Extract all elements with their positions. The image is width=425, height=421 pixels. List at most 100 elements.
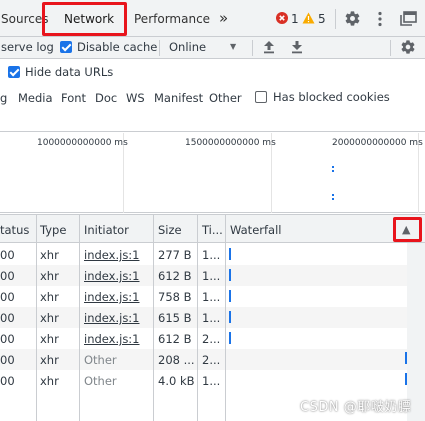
- request-initiator-cell: Other: [84, 374, 117, 388]
- download-icon[interactable]: [291, 40, 303, 54]
- error-icon[interactable]: [276, 12, 288, 24]
- filter-type-doc[interactable]: Doc: [95, 91, 117, 105]
- filter-type-manifest[interactable]: Manifest: [154, 91, 203, 105]
- column-header-status[interactable]: tatus: [0, 223, 29, 237]
- waterfall-scrollbar[interactable]: [407, 243, 425, 421]
- network-settings-gear-icon[interactable]: [400, 39, 416, 55]
- request-time-cell: 1...: [202, 248, 221, 262]
- column-header-initiator[interactable]: Initiator: [84, 223, 129, 237]
- table-row[interactable]: 00 xhr Other 4.0 kB 1...: [0, 370, 425, 391]
- filter-bar: Hide data URLs g Media Font Doc WS Manif…: [0, 60, 425, 132]
- divider: [335, 9, 336, 29]
- network-toolbar: serve log Disable cache Online ▼: [0, 37, 425, 59]
- watermark: CSDN @耶啵奶膘: [300, 400, 412, 415]
- request-status-cell: 00: [0, 269, 15, 283]
- column-divider[interactable]: [36, 214, 37, 421]
- network-tab-highlight: [42, 2, 127, 36]
- request-type-cell: xhr: [40, 353, 59, 367]
- filter-type-media[interactable]: Media: [18, 91, 53, 105]
- request-initiator-cell[interactable]: index.js:1: [84, 269, 140, 283]
- request-time-cell: 1...: [202, 374, 221, 388]
- warning-icon[interactable]: [302, 12, 315, 24]
- more-tabs-button[interactable]: »: [219, 9, 228, 27]
- column-divider[interactable]: [197, 214, 198, 421]
- has-blocked-cookies-checkbox[interactable]: [255, 91, 267, 103]
- request-type-cell: xhr: [40, 332, 59, 346]
- filter-type-ws[interactable]: WS: [126, 91, 145, 105]
- table-row[interactable]: 00 xhr index.js:1 612 B 1...: [0, 265, 425, 286]
- waterfall-bar: [229, 332, 231, 344]
- table-row[interactable]: 00 xhr index.js:1 612 B 2...: [0, 328, 425, 349]
- request-type-cell: xhr: [40, 248, 59, 262]
- has-blocked-cookies-label[interactable]: Has blocked cookies: [273, 90, 390, 104]
- request-status-cell: 00: [0, 353, 15, 367]
- column-divider[interactable]: [153, 214, 154, 421]
- disable-cache-checkbox[interactable]: [60, 41, 72, 53]
- requests-table: tatus Type Initiator Size Ti... Waterfal…: [0, 214, 425, 421]
- divider: [390, 40, 391, 56]
- hide-data-urls-checkbox[interactable]: [8, 66, 20, 78]
- throttling-select[interactable]: Online: [169, 40, 206, 54]
- waterfall-bar: [229, 290, 231, 302]
- divider: [252, 40, 253, 56]
- request-initiator-cell[interactable]: index.js:1: [84, 248, 140, 262]
- upload-icon[interactable]: [263, 40, 275, 54]
- request-size-cell: 612 B: [158, 332, 192, 346]
- filter-type-other[interactable]: Other: [209, 91, 242, 105]
- table-header: tatus Type Initiator Size Ti... Waterfal…: [0, 214, 425, 243]
- waterfall-bar: [229, 269, 231, 281]
- table-row[interactable]: 00 xhr Other 208 ... 2...: [0, 349, 425, 370]
- request-status-cell: 00: [0, 332, 15, 346]
- warning-count[interactable]: 5: [318, 12, 326, 26]
- request-time-cell: 2...: [202, 353, 221, 367]
- table-row[interactable]: 00 xhr index.js:1 758 B 1...: [0, 286, 425, 307]
- request-status-cell: 00: [0, 290, 15, 304]
- request-initiator-cell[interactable]: index.js:1: [84, 311, 140, 325]
- filter-type-font[interactable]: Font: [61, 91, 86, 105]
- column-divider[interactable]: [225, 214, 226, 421]
- request-type-cell: xhr: [40, 311, 59, 325]
- request-size-cell: 758 B: [158, 290, 192, 304]
- column-header-waterfall[interactable]: Waterfall: [230, 223, 281, 237]
- overview-tick-label: 1500000000000 ms: [185, 138, 276, 148]
- request-time-cell: 1...: [202, 311, 221, 325]
- column-divider[interactable]: [79, 214, 80, 421]
- request-initiator-cell: Other: [84, 353, 117, 367]
- hide-data-urls-label[interactable]: Hide data URLs: [25, 65, 113, 79]
- divider: [159, 40, 160, 56]
- table-row[interactable]: 00 xhr index.js:1 615 B 1...: [0, 307, 425, 328]
- overview-request-mark: [332, 166, 334, 168]
- tab-performance[interactable]: Performance: [134, 12, 210, 26]
- overview-tick-label: 1000000000000 ms: [37, 138, 128, 148]
- overview-request-mark: [332, 170, 334, 172]
- request-type-cell: xhr: [40, 290, 59, 304]
- timeline-overview[interactable]: 1000000000000 ms 1500000000000 ms 200000…: [0, 133, 425, 213]
- request-type-cell: xhr: [40, 269, 59, 283]
- preserve-log-label[interactable]: serve log: [1, 40, 54, 54]
- request-size-cell: 208 ...: [158, 353, 195, 367]
- column-header-time[interactable]: Ti...: [202, 223, 223, 237]
- column-header-size[interactable]: Size: [158, 223, 182, 237]
- request-size-cell: 277 B: [158, 248, 192, 262]
- column-header-type[interactable]: Type: [40, 223, 66, 237]
- request-size-cell: 615 B: [158, 311, 192, 325]
- more-options-icon[interactable]: [377, 11, 383, 27]
- request-time-cell: 1...: [202, 290, 221, 304]
- undock-icon[interactable]: [400, 11, 417, 26]
- request-status-cell: 00: [0, 374, 15, 388]
- request-initiator-cell[interactable]: index.js:1: [84, 332, 140, 346]
- request-initiator-cell[interactable]: index.js:1: [84, 290, 140, 304]
- overview-tick-label: 2000000000000 ms: [332, 138, 423, 148]
- filter-type-img[interactable]: g: [0, 91, 7, 105]
- sort-indicator-highlight: [393, 217, 422, 242]
- chevron-down-icon[interactable]: ▼: [230, 42, 236, 51]
- table-row[interactable]: 00 xhr index.js:1 277 B 1...: [0, 244, 425, 265]
- request-status-cell: 00: [0, 311, 15, 325]
- disable-cache-label[interactable]: Disable cache: [77, 40, 157, 54]
- settings-gear-icon[interactable]: [344, 10, 361, 27]
- request-size-cell: 4.0 kB: [158, 374, 195, 388]
- waterfall-bar: [229, 311, 231, 323]
- waterfall-bar: [229, 248, 231, 260]
- overview-request-mark: [332, 194, 334, 196]
- error-count[interactable]: 1: [291, 12, 299, 26]
